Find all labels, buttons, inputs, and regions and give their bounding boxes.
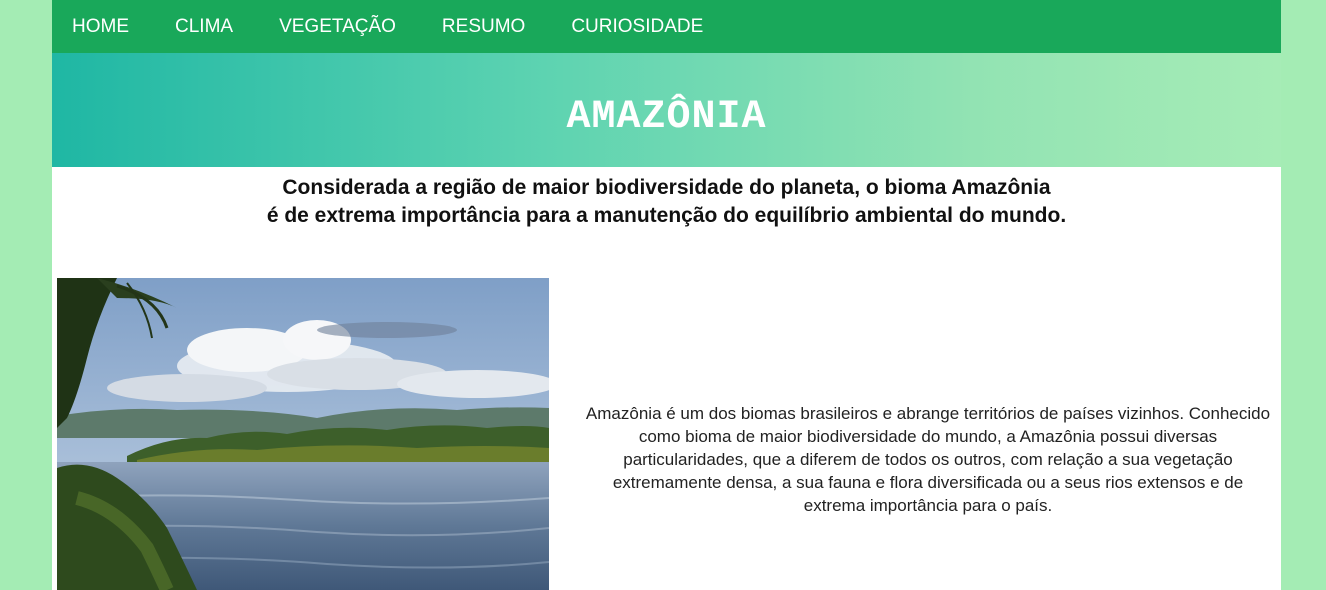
intro-line-1: Considerada a região de maior biodiversi…	[282, 176, 1051, 199]
nav-item-home[interactable]: HOME	[72, 17, 129, 36]
nav-item-clima[interactable]: CLIMA	[175, 17, 233, 36]
intro-line-2: é de extrema importância para a manutenç…	[266, 204, 1067, 227]
intro-text: Considerada a região de maior biodiversi…	[52, 174, 1281, 230]
nav-item-resumo[interactable]: RESUMO	[442, 17, 525, 36]
nav-item-vegetacao[interactable]: VEGETAÇÃO	[279, 17, 396, 36]
top-nav: HOME CLIMA VEGETAÇÃO RESUMO CURIOSIDADE	[52, 0, 1281, 53]
river-landscape-image	[57, 278, 549, 590]
amazon-river-photo	[57, 278, 549, 590]
content-section: Amazônia é um dos biomas brasileiros e a…	[57, 278, 1281, 590]
nav-item-curiosidade[interactable]: CURIOSIDADE	[571, 17, 703, 36]
page-container: HOME CLIMA VEGETAÇÃO RESUMO CURIOSIDADE …	[52, 0, 1281, 590]
hero-banner: AMAZÔNIA	[52, 53, 1281, 167]
biome-description: Amazônia é um dos biomas brasileiros e a…	[585, 404, 1271, 515]
page-title: AMAZÔNIA	[566, 94, 767, 140]
